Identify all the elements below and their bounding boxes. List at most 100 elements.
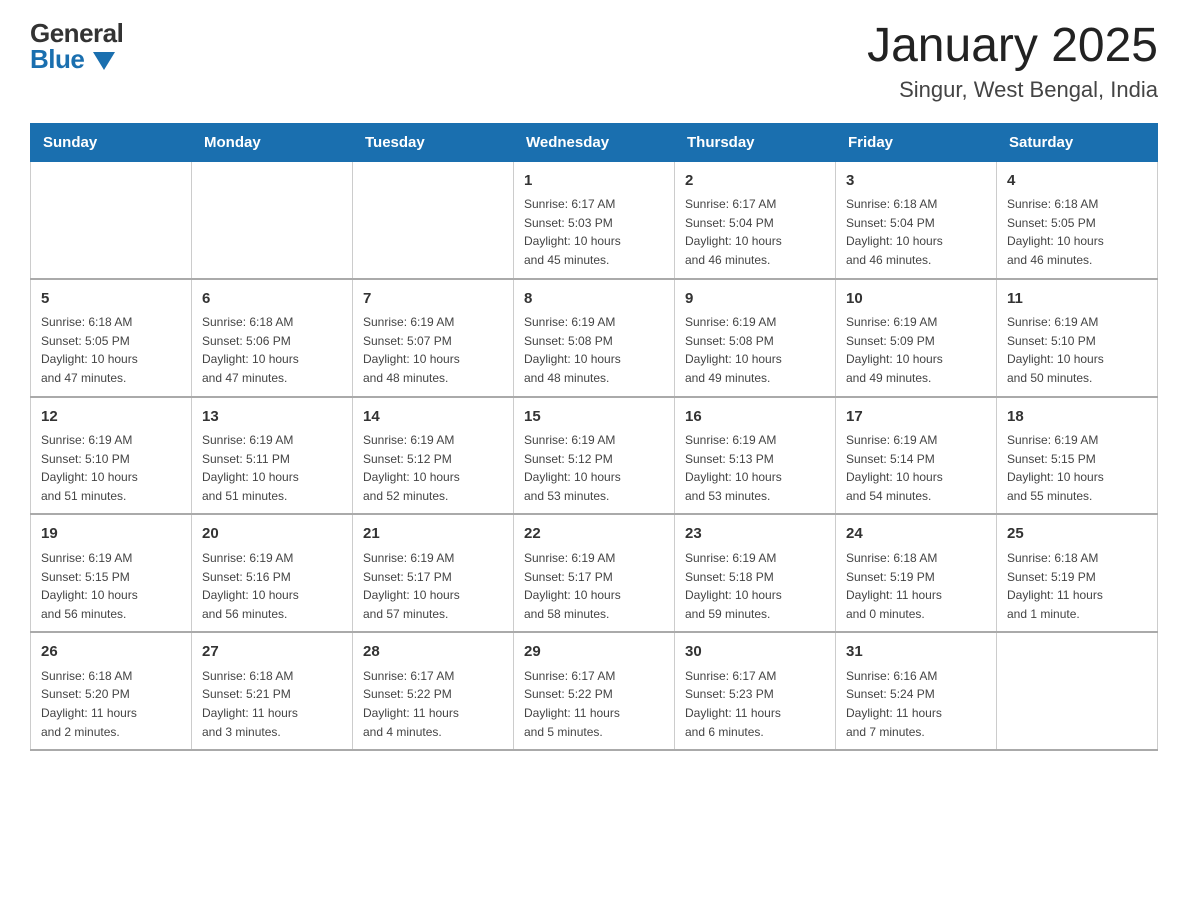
calendar-header-cell: Monday bbox=[192, 123, 353, 161]
calendar-week-row: 12Sunrise: 6:19 AMSunset: 5:10 PMDayligh… bbox=[31, 397, 1158, 515]
day-info: Sunrise: 6:19 AMSunset: 5:16 PMDaylight:… bbox=[202, 549, 342, 623]
day-info: Sunrise: 6:18 AMSunset: 5:05 PMDaylight:… bbox=[41, 313, 181, 387]
day-info: Sunrise: 6:17 AMSunset: 5:04 PMDaylight:… bbox=[685, 195, 825, 269]
day-number: 21 bbox=[363, 523, 503, 546]
calendar-cell: 23Sunrise: 6:19 AMSunset: 5:18 PMDayligh… bbox=[675, 514, 836, 632]
calendar-cell: 1Sunrise: 6:17 AMSunset: 5:03 PMDaylight… bbox=[514, 161, 675, 278]
calendar-header-cell: Tuesday bbox=[353, 123, 514, 161]
day-info: Sunrise: 6:19 AMSunset: 5:10 PMDaylight:… bbox=[1007, 313, 1147, 387]
day-info: Sunrise: 6:18 AMSunset: 5:21 PMDaylight:… bbox=[202, 667, 342, 741]
logo-general-text: General bbox=[30, 20, 123, 46]
day-info: Sunrise: 6:19 AMSunset: 5:09 PMDaylight:… bbox=[846, 313, 986, 387]
calendar-body: 1Sunrise: 6:17 AMSunset: 5:03 PMDaylight… bbox=[31, 161, 1158, 750]
calendar-header-cell: Sunday bbox=[31, 123, 192, 161]
calendar-cell: 22 Sunrise: 6:19 AMSunset: 5:17 PMDayligh… bbox=[514, 514, 675, 632]
day-info: Sunrise: 6:19 AMSunset: 5:13 PMDaylight:… bbox=[685, 431, 825, 505]
day-number: 31 bbox=[846, 641, 986, 664]
day-info: Sunrise: 6:18 AMSunset: 5:04 PMDaylight:… bbox=[846, 195, 986, 269]
day-number: 17 bbox=[846, 406, 986, 429]
day-number: 24 bbox=[846, 523, 986, 546]
calendar-cell: 26 Sunrise: 6:18 AMSunset: 5:20 PMDayligh… bbox=[31, 632, 192, 750]
calendar-cell: 15Sunrise: 6:19 AMSunset: 5:12 PMDayligh… bbox=[514, 397, 675, 515]
calendar-cell: 6Sunrise: 6:18 AMSunset: 5:06 PMDaylight… bbox=[192, 279, 353, 397]
calendar-cell: 9Sunrise: 6:19 AMSunset: 5:08 PMDaylight… bbox=[675, 279, 836, 397]
day-number: 22 bbox=[524, 523, 664, 546]
calendar-cell: 25Sunrise: 6:18 AMSunset: 5:19 PMDayligh… bbox=[997, 514, 1158, 632]
page-header: General Blue January 2025 Singur, West B… bbox=[30, 20, 1158, 103]
day-number: 19 bbox=[41, 523, 181, 546]
day-number: 27 bbox=[202, 641, 342, 664]
calendar-header: SundayMondayTuesdayWednesdayThursdayFrid… bbox=[31, 123, 1158, 161]
calendar-cell: 7Sunrise: 6:19 AMSunset: 5:07 PMDaylight… bbox=[353, 279, 514, 397]
calendar-header-cell: Thursday bbox=[675, 123, 836, 161]
day-number: 28 bbox=[363, 641, 503, 664]
calendar-cell: 21 Sunrise: 6:19 AMSunset: 5:17 PMDayligh… bbox=[353, 514, 514, 632]
title-block: January 2025 Singur, West Bengal, India bbox=[867, 20, 1158, 103]
day-number: 15 bbox=[524, 406, 664, 429]
day-info: Sunrise: 6:17 AMSunset: 5:03 PMDaylight:… bbox=[524, 195, 664, 269]
main-title: January 2025 bbox=[867, 20, 1158, 73]
day-number: 10 bbox=[846, 288, 986, 311]
calendar-cell: 13Sunrise: 6:19 AMSunset: 5:11 PMDayligh… bbox=[192, 397, 353, 515]
day-info: Sunrise: 6:19 AMSunset: 5:08 PMDaylight:… bbox=[524, 313, 664, 387]
day-info: Sunrise: 6:19 AMSunset: 5:17 PMDaylight:… bbox=[524, 549, 664, 623]
day-number: 18 bbox=[1007, 406, 1147, 429]
day-info: Sunrise: 6:19 AMSunset: 5:14 PMDaylight:… bbox=[846, 431, 986, 505]
day-info: Sunrise: 6:17 AMSunset: 5:22 PMDaylight:… bbox=[524, 667, 664, 741]
day-info: Sunrise: 6:19 AMSunset: 5:15 PMDaylight:… bbox=[41, 549, 181, 623]
day-info: Sunrise: 6:19 AMSunset: 5:10 PMDaylight:… bbox=[41, 431, 181, 505]
calendar-cell: 2Sunrise: 6:17 AMSunset: 5:04 PMDaylight… bbox=[675, 161, 836, 278]
calendar-cell: 19 Sunrise: 6:19 AMSunset: 5:15 PMDayligh… bbox=[31, 514, 192, 632]
day-number: 4 bbox=[1007, 170, 1147, 193]
day-number: 2 bbox=[685, 170, 825, 193]
calendar-cell bbox=[353, 161, 514, 278]
day-info: Sunrise: 6:17 AMSunset: 5:22 PMDaylight:… bbox=[363, 667, 503, 741]
day-number: 7 bbox=[363, 288, 503, 311]
day-info: Sunrise: 6:19 AMSunset: 5:07 PMDaylight:… bbox=[363, 313, 503, 387]
calendar-cell: 31Sunrise: 6:16 AMSunset: 5:24 PMDayligh… bbox=[836, 632, 997, 750]
calendar-cell: 24Sunrise: 6:18 AMSunset: 5:19 PMDayligh… bbox=[836, 514, 997, 632]
calendar-cell: 30Sunrise: 6:17 AMSunset: 5:23 PMDayligh… bbox=[675, 632, 836, 750]
day-info: Sunrise: 6:17 AMSunset: 5:23 PMDaylight:… bbox=[685, 667, 825, 741]
calendar-header-cell: Saturday bbox=[997, 123, 1158, 161]
calendar-cell: 16Sunrise: 6:19 AMSunset: 5:13 PMDayligh… bbox=[675, 397, 836, 515]
day-info: Sunrise: 6:19 AMSunset: 5:11 PMDaylight:… bbox=[202, 431, 342, 505]
calendar-week-row: 19 Sunrise: 6:19 AMSunset: 5:15 PMDayligh… bbox=[31, 514, 1158, 632]
day-info: Sunrise: 6:18 AMSunset: 5:20 PMDaylight:… bbox=[41, 667, 181, 741]
calendar-cell: 29 Sunrise: 6:17 AMSunset: 5:22 PMDayligh… bbox=[514, 632, 675, 750]
calendar-cell: 8Sunrise: 6:19 AMSunset: 5:08 PMDaylight… bbox=[514, 279, 675, 397]
logo-arrow-icon bbox=[93, 52, 115, 70]
logo: General Blue bbox=[30, 20, 123, 72]
day-number: 25 bbox=[1007, 523, 1147, 546]
calendar-cell: 27 Sunrise: 6:18 AMSunset: 5:21 PMDayligh… bbox=[192, 632, 353, 750]
day-number: 14 bbox=[363, 406, 503, 429]
calendar-cell: 10Sunrise: 6:19 AMSunset: 5:09 PMDayligh… bbox=[836, 279, 997, 397]
calendar-week-row: 5Sunrise: 6:18 AMSunset: 5:05 PMDaylight… bbox=[31, 279, 1158, 397]
day-number: 16 bbox=[685, 406, 825, 429]
calendar-cell: 5Sunrise: 6:18 AMSunset: 5:05 PMDaylight… bbox=[31, 279, 192, 397]
day-number: 20 bbox=[202, 523, 342, 546]
logo-blue-text: Blue bbox=[30, 46, 123, 72]
day-number: 5 bbox=[41, 288, 181, 311]
calendar-cell: 4Sunrise: 6:18 AMSunset: 5:05 PMDaylight… bbox=[997, 161, 1158, 278]
day-info: Sunrise: 6:19 AMSunset: 5:17 PMDaylight:… bbox=[363, 549, 503, 623]
day-number: 9 bbox=[685, 288, 825, 311]
day-number: 26 bbox=[41, 641, 181, 664]
day-info: Sunrise: 6:18 AMSunset: 5:06 PMDaylight:… bbox=[202, 313, 342, 387]
calendar-cell: 20 Sunrise: 6:19 AMSunset: 5:16 PMDayligh… bbox=[192, 514, 353, 632]
day-info: Sunrise: 6:18 AMSunset: 5:05 PMDaylight:… bbox=[1007, 195, 1147, 269]
day-number: 29 bbox=[524, 641, 664, 664]
calendar-header-cell: Wednesday bbox=[514, 123, 675, 161]
day-number: 23 bbox=[685, 523, 825, 546]
calendar-cell: 28 Sunrise: 6:17 AMSunset: 5:22 PMDayligh… bbox=[353, 632, 514, 750]
calendar-cell: 12Sunrise: 6:19 AMSunset: 5:10 PMDayligh… bbox=[31, 397, 192, 515]
calendar-week-row: 26 Sunrise: 6:18 AMSunset: 5:20 PMDayligh… bbox=[31, 632, 1158, 750]
day-info: Sunrise: 6:19 AMSunset: 5:12 PMDaylight:… bbox=[524, 431, 664, 505]
calendar-table: SundayMondayTuesdayWednesdayThursdayFrid… bbox=[30, 123, 1158, 751]
day-info: Sunrise: 6:19 AMSunset: 5:08 PMDaylight:… bbox=[685, 313, 825, 387]
day-info: Sunrise: 6:19 AMSunset: 5:15 PMDaylight:… bbox=[1007, 431, 1147, 505]
calendar-cell: 18Sunrise: 6:19 AMSunset: 5:15 PMDayligh… bbox=[997, 397, 1158, 515]
subtitle: Singur, West Bengal, India bbox=[867, 77, 1158, 103]
day-number: 11 bbox=[1007, 288, 1147, 311]
day-number: 12 bbox=[41, 406, 181, 429]
